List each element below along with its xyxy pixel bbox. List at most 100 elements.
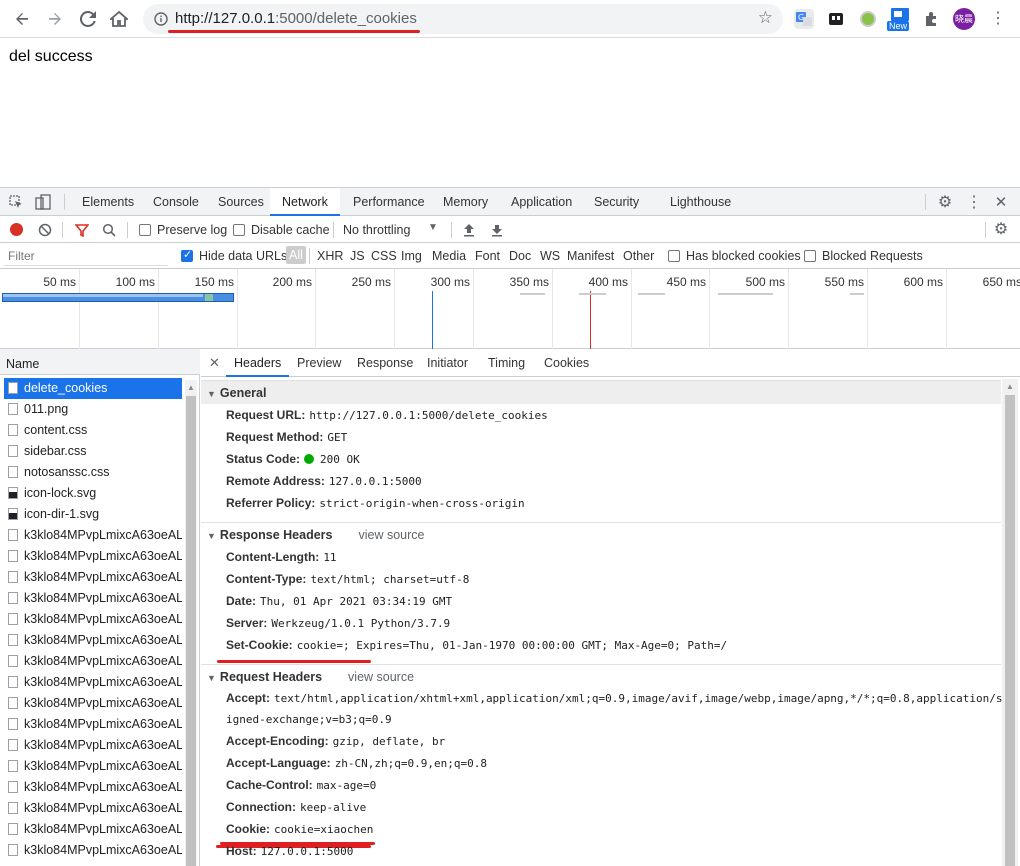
tab-console[interactable]: Console bbox=[151, 188, 201, 216]
timeline-tick-label: 300 ms bbox=[430, 275, 470, 289]
filter-input[interactable] bbox=[4, 246, 168, 266]
detail-scrollbar[interactable]: ▲ bbox=[1002, 379, 1018, 866]
request-row[interactable]: notosanssc.css bbox=[4, 462, 182, 483]
tab-initiator[interactable]: Initiator bbox=[427, 349, 468, 377]
response-headers-section-header[interactable]: ▼ Response Headers view source bbox=[201, 522, 1001, 546]
request-row[interactable]: k3klo84MPvpLmixcA63oeALZ bbox=[4, 819, 182, 840]
device-toolbar-icon[interactable] bbox=[35, 194, 51, 210]
menu-dots-icon[interactable]: ⋮ bbox=[966, 194, 982, 211]
general-section-header[interactable]: ▼ General bbox=[201, 380, 1001, 404]
request-row[interactable]: k3klo84MPvpLmixcA63oeALZ bbox=[4, 777, 182, 798]
name-column-header[interactable]: Name bbox=[0, 349, 200, 375]
request-row[interactable]: k3klo84MPvpLmixcA63oeALZ bbox=[4, 735, 182, 756]
filter-type-xhr[interactable]: XHR bbox=[317, 249, 343, 263]
disable-cache-checkbox[interactable] bbox=[233, 224, 245, 236]
filter-type-js[interactable]: JS bbox=[350, 249, 365, 263]
filter-type-manifest[interactable]: Manifest bbox=[567, 249, 614, 263]
view-source-link[interactable]: view source bbox=[358, 528, 424, 542]
extension-icon[interactable] bbox=[826, 9, 846, 29]
hide-data-urls-checkbox[interactable] bbox=[181, 248, 193, 262]
filter-type-other[interactable]: Other bbox=[623, 249, 654, 263]
filter-type-img[interactable]: Img bbox=[401, 249, 422, 263]
tab-cookies[interactable]: Cookies bbox=[544, 349, 589, 377]
view-source-link[interactable]: view source bbox=[348, 670, 414, 684]
request-row[interactable]: delete_cookies bbox=[4, 378, 182, 399]
request-row[interactable]: k3klo84MPvpLmixcA63oeALZ bbox=[4, 840, 182, 861]
network-settings-gear-icon[interactable]: ⚙ bbox=[993, 221, 1009, 238]
tab-security[interactable]: Security bbox=[592, 188, 641, 216]
translate-icon[interactable]: G bbox=[794, 9, 814, 29]
close-detail-icon[interactable]: ✕ bbox=[209, 349, 220, 377]
star-icon[interactable]: ☆ bbox=[758, 8, 773, 28]
inspect-element-icon[interactable] bbox=[8, 194, 24, 210]
tab-memory[interactable]: Memory bbox=[441, 188, 490, 216]
menu-dots-icon[interactable]: ⋮ bbox=[988, 9, 1008, 29]
tab-preview[interactable]: Preview bbox=[297, 349, 341, 377]
request-row[interactable]: icon-dir-1.svg bbox=[4, 504, 182, 525]
request-row[interactable]: icon-lock.svg bbox=[4, 483, 182, 504]
preserve-log-checkbox[interactable] bbox=[139, 224, 151, 236]
filter-type-ws[interactable]: WS bbox=[540, 249, 560, 263]
blocked-requests-checkbox[interactable] bbox=[804, 250, 816, 262]
request-row[interactable]: k3klo84MPvpLmixcA63oeALZ bbox=[4, 588, 182, 609]
puzzle-icon[interactable] bbox=[922, 9, 942, 29]
tab-headers[interactable]: Headers bbox=[226, 349, 290, 377]
import-har-icon[interactable] bbox=[461, 222, 477, 238]
request-row[interactable]: k3klo84MPvpLmixcA63oeALZ bbox=[4, 798, 182, 819]
circle-extension-icon[interactable] bbox=[858, 9, 878, 29]
request-row[interactable]: k3klo84MPvpLmixcA63oeALZ bbox=[4, 651, 182, 672]
clear-icon[interactable] bbox=[37, 222, 53, 238]
network-overview-timeline[interactable]: 50 ms 100 ms 150 ms 200 ms 250 ms 300 ms 350 m… bbox=[0, 269, 1020, 349]
close-icon[interactable]: ✕ bbox=[993, 194, 1009, 211]
request-row[interactable]: k3klo84MPvpLmixcA63oeALZ bbox=[4, 630, 182, 651]
filter-icon[interactable] bbox=[74, 222, 90, 238]
tab-application[interactable]: Application bbox=[509, 188, 574, 216]
chevron-down-icon[interactable]: ▼ bbox=[428, 222, 438, 233]
has-blocked-cookies-checkbox[interactable] bbox=[668, 250, 680, 262]
home-icon[interactable] bbox=[107, 7, 131, 31]
request-row[interactable]: k3klo84MPvpLmixcA63oeALZ bbox=[4, 672, 182, 693]
request-row[interactable]: k3klo84MPvpLmixcA63oeALZ bbox=[4, 714, 182, 735]
filter-type-css[interactable]: CSS bbox=[371, 249, 397, 263]
scroll-up-icon[interactable]: ▲ bbox=[1006, 382, 1014, 391]
filter-type-media[interactable]: Media bbox=[432, 249, 466, 263]
scroll-up-icon[interactable]: ▲ bbox=[187, 383, 195, 392]
info-icon[interactable] bbox=[151, 9, 171, 29]
settings-gear-icon[interactable]: ⚙ bbox=[937, 194, 953, 211]
filter-type-doc[interactable]: Doc bbox=[509, 249, 531, 263]
request-row[interactable]: sidebar.css bbox=[4, 441, 182, 462]
tab-timing[interactable]: Timing bbox=[488, 349, 525, 377]
request-row[interactable]: k3klo84MPvpLmixcA63oeALZ bbox=[4, 756, 182, 777]
throttling-select[interactable]: No throttling bbox=[343, 223, 410, 237]
export-har-icon[interactable] bbox=[489, 222, 505, 238]
search-icon[interactable] bbox=[101, 222, 117, 238]
tab-elements[interactable]: Elements bbox=[80, 188, 136, 216]
scrollbar-thumb[interactable] bbox=[1005, 395, 1015, 866]
tab-performance[interactable]: Performance bbox=[351, 188, 427, 216]
request-headers-section-header[interactable]: ▼ Request Headers view source bbox=[201, 664, 1001, 688]
request-row[interactable]: k3klo84MPvpLmixcA63oeALZ bbox=[4, 609, 182, 630]
tab-network[interactable]: Network bbox=[270, 188, 340, 216]
tab-response[interactable]: Response bbox=[357, 349, 413, 377]
filter-type-font[interactable]: Font bbox=[475, 249, 500, 263]
request-list-scrollbar[interactable]: ▲ bbox=[185, 380, 197, 866]
request-row[interactable]: k3klo84MPvpLmixcA63oeALZ bbox=[4, 546, 182, 567]
back-icon[interactable] bbox=[10, 7, 34, 31]
url-text[interactable]: http://127.0.0.1:5000/delete_cookies bbox=[175, 10, 417, 27]
scrollbar-thumb[interactable] bbox=[186, 396, 196, 866]
request-row[interactable]: k3klo84MPvpLmixcA63oeALZ bbox=[4, 525, 182, 546]
filter-type-all[interactable]: All bbox=[286, 246, 306, 264]
request-row[interactable]: k3klo84MPvpLmixcA63oeALZ bbox=[4, 567, 182, 588]
tab-lighthouse[interactable]: Lighthouse bbox=[668, 188, 733, 216]
preserve-log-label: Preserve log bbox=[157, 223, 228, 237]
tab-sources[interactable]: Sources bbox=[216, 188, 266, 216]
request-row[interactable]: 011.png bbox=[4, 399, 182, 420]
request-row[interactable]: k3klo84MPvpLmixcA63oeALZ bbox=[4, 693, 182, 714]
new-extension-icon[interactable]: New bbox=[887, 7, 913, 33]
record-icon[interactable] bbox=[10, 223, 23, 236]
reload-icon[interactable] bbox=[76, 7, 100, 31]
profile-avatar[interactable]: 晓晨 bbox=[953, 8, 975, 30]
forward-icon[interactable] bbox=[43, 7, 67, 31]
header-row: Cache-Control: max-age=0 bbox=[226, 775, 376, 795]
request-row[interactable]: content.css bbox=[4, 420, 182, 441]
